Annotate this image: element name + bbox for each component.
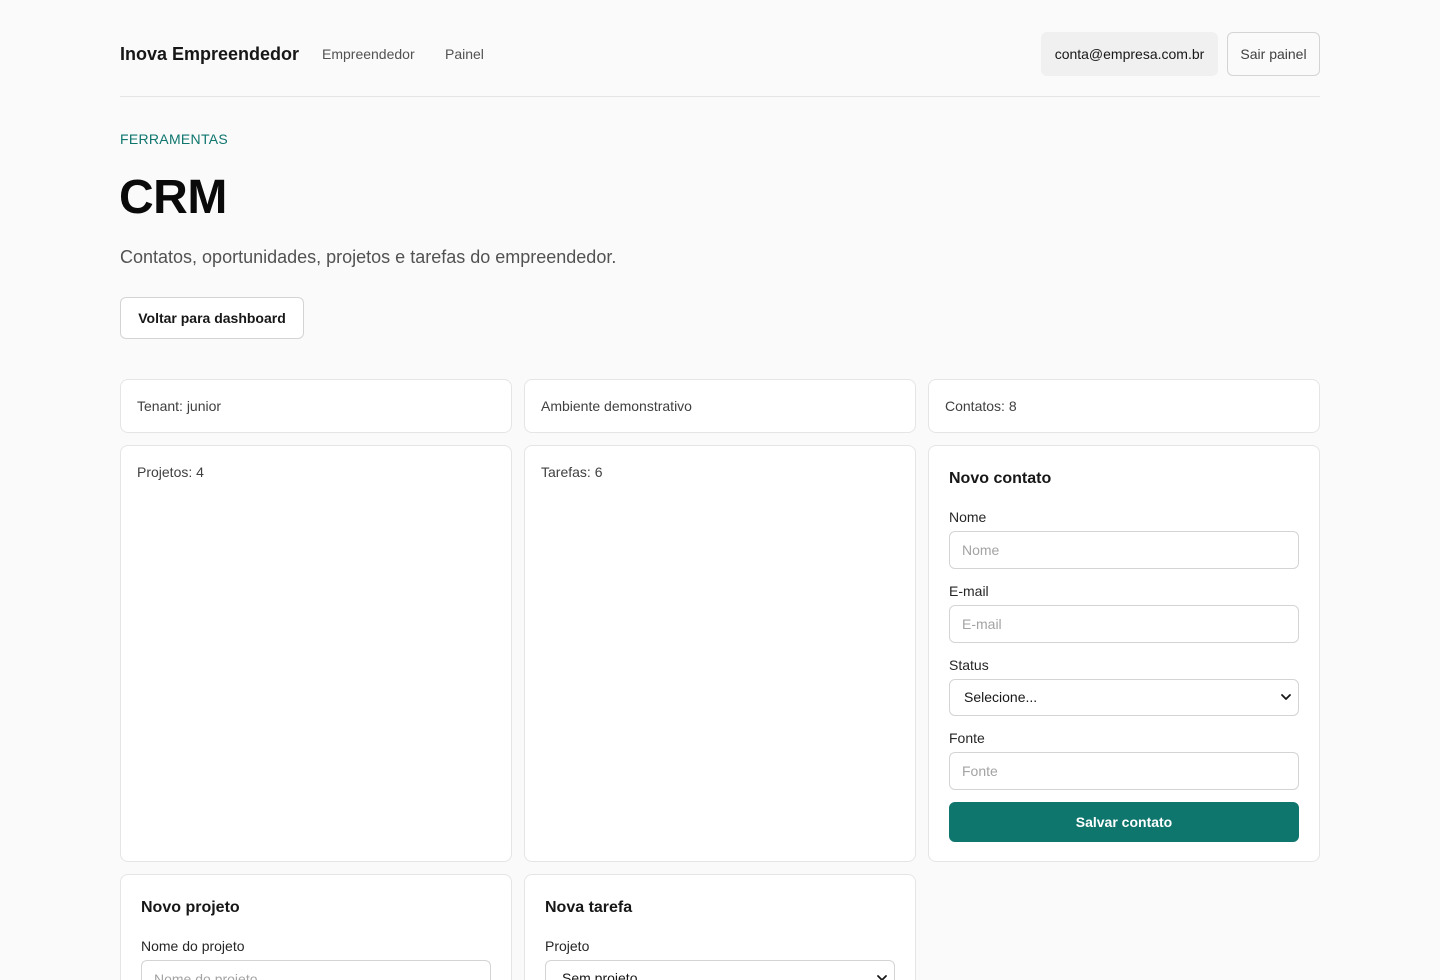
new-contact-form: Novo contato Nome E-mail Status Selecion… — [928, 445, 1320, 862]
section-eyebrow: FERRAMENTAS — [120, 131, 229, 147]
page-title: CRM — [119, 171, 227, 224]
new-task-title: Nova tarefa — [545, 899, 633, 916]
new-task-form: Nova tarefa Projeto Sem projeto — [524, 874, 916, 980]
task-project-label: Projeto — [545, 938, 590, 954]
contact-source-label: Fonte — [949, 730, 985, 746]
contact-name-input[interactable] — [949, 531, 1299, 569]
contact-status-select[interactable]: Selecione... — [949, 679, 1299, 716]
environment-label: Ambiente demonstrativo — [541, 398, 692, 414]
new-contact-title: Novo contato — [949, 470, 1052, 487]
contacts-count-card: Contatos: 8 — [928, 379, 1320, 433]
environment-card: Ambiente demonstrativo — [524, 379, 916, 433]
account-email-badge: conta@empresa.com.br — [1041, 32, 1218, 76]
task-project-value: Sem projeto — [562, 970, 638, 980]
save-contact-button[interactable]: Salvar contato — [949, 802, 1299, 842]
new-project-title: Novo projeto — [141, 899, 240, 916]
tenant-label: Tenant: junior — [137, 398, 222, 414]
projects-count-label: Projetos: 4 — [137, 464, 204, 480]
top-navigation-bar: Inova Empreendedor Empreendedor Painel c… — [120, 0, 1320, 97]
projects-count-card: Projetos: 4 — [120, 445, 512, 862]
contact-source-input[interactable] — [949, 752, 1299, 790]
logout-button[interactable]: Sair painel — [1227, 32, 1320, 76]
contact-status-value: Selecione... — [964, 689, 1038, 705]
page-subtitle: Contatos, oportunidades, projetos e tare… — [120, 247, 617, 267]
new-project-form: Novo projeto Nome do projeto — [120, 874, 512, 980]
task-project-select[interactable]: Sem projeto — [545, 960, 895, 980]
nav-link-painel[interactable]: Painel — [445, 45, 484, 63]
chevron-down-icon — [877, 975, 887, 980]
crm-page: Inova Empreendedor Empreendedor Painel c… — [0, 0, 1440, 980]
tasks-count-label: Tarefas: 6 — [541, 464, 603, 480]
project-name-input[interactable] — [141, 960, 491, 980]
project-name-label: Nome do projeto — [141, 938, 245, 954]
contact-status-label: Status — [949, 657, 989, 673]
tenant-card: Tenant: junior — [120, 379, 512, 433]
contact-email-label: E-mail — [949, 583, 989, 599]
contact-name-label: Nome — [949, 509, 987, 525]
back-to-dashboard-button[interactable]: Voltar para dashboard — [120, 297, 304, 339]
contact-email-input[interactable] — [949, 605, 1299, 643]
brand-logo-text[interactable]: Inova Empreendedor — [120, 43, 299, 65]
chevron-down-icon — [1281, 694, 1291, 700]
contacts-count-label: Contatos: 8 — [945, 398, 1017, 414]
tasks-count-card: Tarefas: 6 — [524, 445, 916, 862]
nav-link-empreendedor[interactable]: Empreendedor — [322, 45, 415, 63]
